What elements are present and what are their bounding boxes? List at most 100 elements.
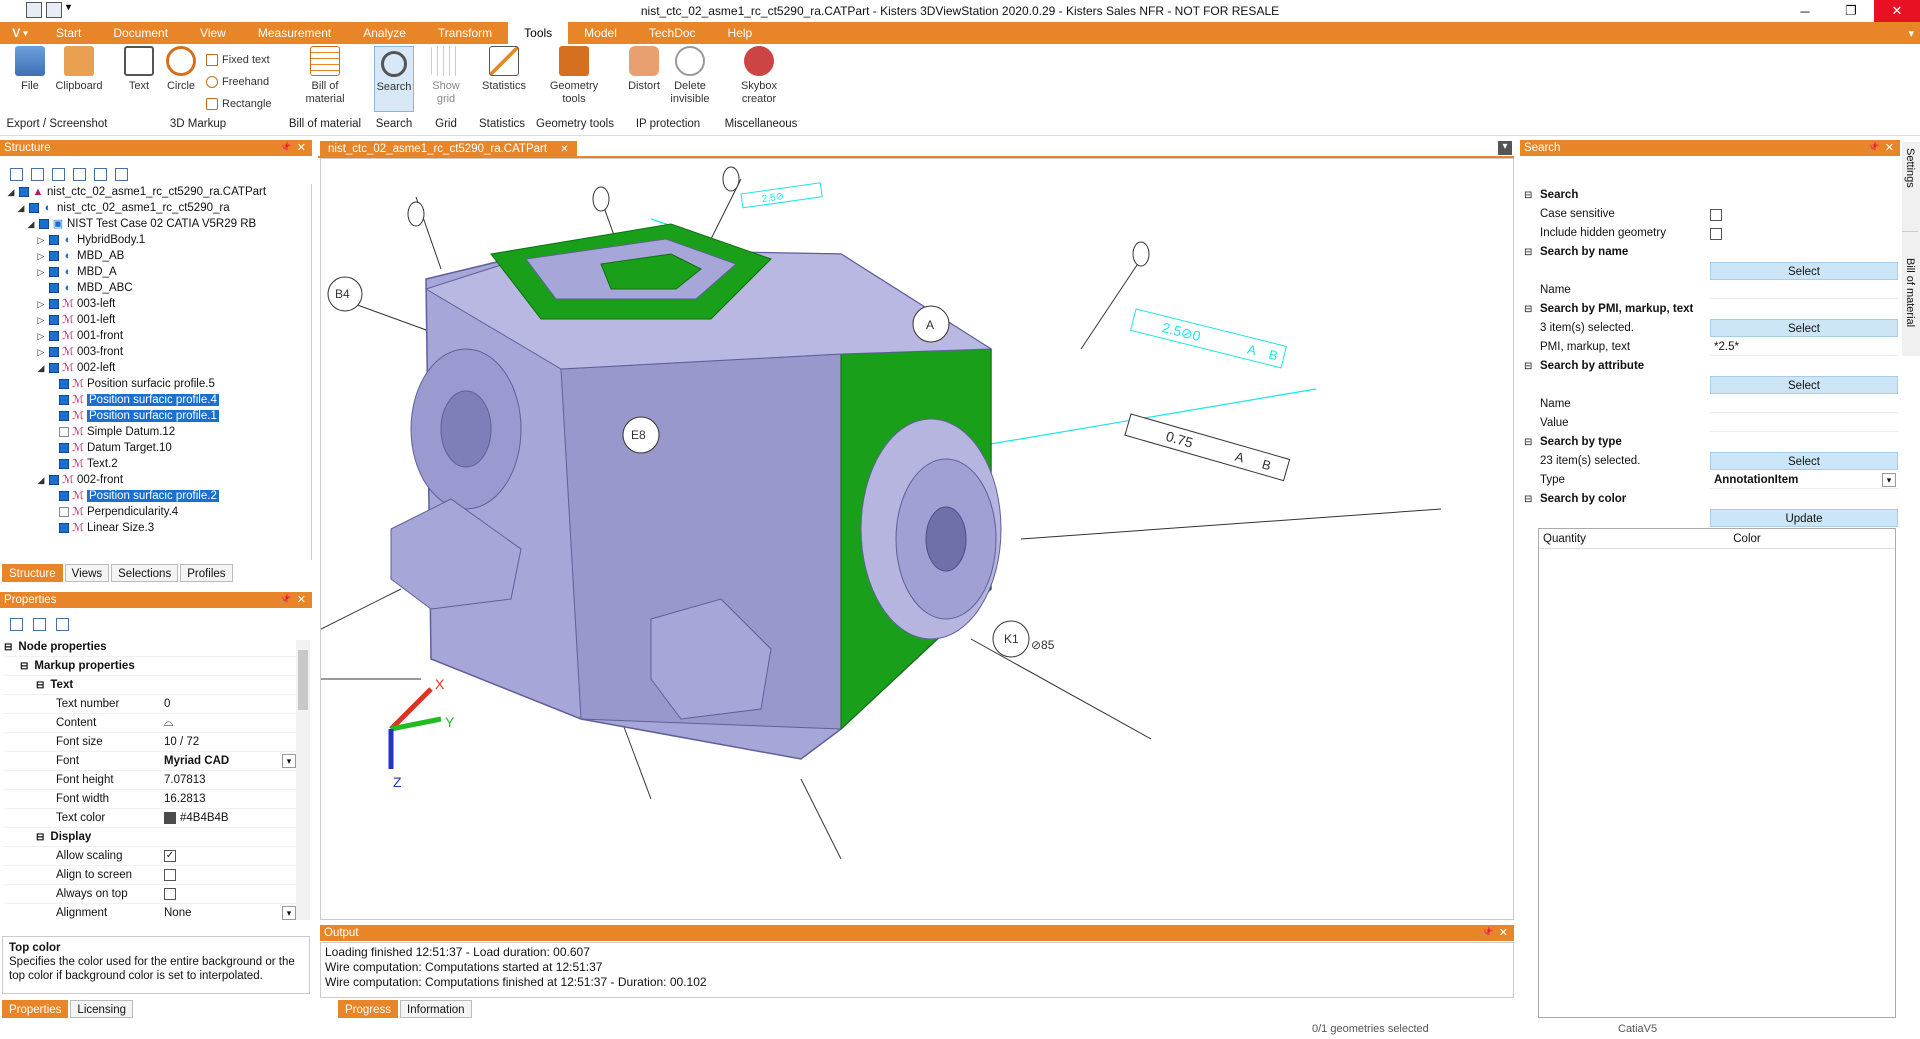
search-option-checkbox[interactable] [1710, 228, 1722, 240]
property-row[interactable]: Text number 0 [4, 695, 300, 714]
property-row[interactable]: ⊟ Display [4, 828, 300, 847]
fixed-text-button[interactable]: Fixed text [206, 54, 270, 66]
tree-options-icon[interactable] [115, 167, 128, 181]
properties-option-icon[interactable] [10, 618, 23, 631]
visibility-checkbox[interactable] [59, 490, 69, 501]
expand-toggle-icon[interactable]: ▷ [36, 328, 46, 344]
bill-of-material-button[interactable]: Bill of material [298, 46, 352, 106]
tree-node[interactable]: ◢ ◐ nist_ctc_02_asme1_rc_ct5290_ra [0, 200, 311, 216]
select-button[interactable]: Select [1710, 376, 1898, 394]
tab-close-icon[interactable]: ✕ [560, 144, 568, 155]
property-row[interactable]: Font Myriad CAD ▾ [4, 752, 300, 771]
property-checkbox[interactable] [164, 887, 176, 900]
expand-toggle-icon[interactable]: ▷ [36, 296, 46, 312]
tree-node[interactable]: ▷ ◐ MBD_A [0, 264, 311, 280]
properties-scrollbar[interactable] [296, 640, 310, 920]
visibility-checkbox[interactable] [59, 442, 69, 453]
collapse-icon[interactable] [73, 167, 86, 181]
expand-all-icon[interactable] [10, 167, 23, 181]
rectangle-button[interactable]: Rectangle [206, 98, 272, 110]
tree-node[interactable]: ◢ ℳ 002-left [0, 360, 311, 376]
settings-side-tab[interactable]: Settings [1902, 142, 1918, 232]
expand-toggle-icon[interactable]: ▷ [36, 312, 46, 328]
visibility-checkbox[interactable] [59, 378, 69, 389]
close-icon[interactable]: ✕ [1874, 0, 1920, 22]
expand-toggle-icon[interactable]: ▷ [36, 232, 46, 248]
visibility-checkbox[interactable] [49, 474, 59, 485]
property-row[interactable]: Font size 10 / 72 [4, 733, 300, 752]
tree-node[interactable]: ◢ ▲ nist_ctc_02_asme1_rc_ct5290_ra.CATPart [0, 184, 311, 200]
menu-tab-model[interactable]: Model [568, 22, 633, 44]
menu-tab-measurement[interactable]: Measurement [242, 22, 347, 44]
select-button[interactable]: Select [1710, 319, 1898, 337]
properties-tab-licensing[interactable]: Licensing [70, 1000, 134, 1018]
search-field-input[interactable]: *2.5* [1710, 338, 1898, 356]
tree-node[interactable]: ℳ Position surfacic profile.1 [0, 408, 311, 424]
search-field-input[interactable] [1710, 395, 1898, 413]
expand-toggle-icon[interactable]: ◢ [26, 216, 36, 232]
collapse-icon[interactable]: ⊟ [1524, 300, 1532, 319]
visibility-checkbox[interactable] [59, 506, 69, 517]
quantity-column-header[interactable]: Quantity [1539, 529, 1599, 548]
skybox-creator-button[interactable]: Skybox creator [736, 46, 782, 106]
visibility-checkbox[interactable] [59, 458, 69, 469]
visibility-checkbox[interactable] [19, 186, 29, 197]
expand-level-icon[interactable] [94, 167, 107, 181]
output-tab-information[interactable]: Information [400, 1000, 472, 1018]
tree-node[interactable]: ℳ Position surfacic profile.5 [0, 376, 311, 392]
model-render[interactable]: B4 E8 A K1 ⊘85 2.5⊘0 A B 0.75 A B 2.5⊘ X… [320, 159, 1515, 921]
color-column-header[interactable]: Color [1599, 529, 1895, 548]
property-row[interactable]: Allow scaling ✓ [4, 847, 300, 866]
visibility-checkbox[interactable] [59, 522, 69, 533]
document-tab[interactable]: nist_ctc_02_asme1_rc_ct5290_ra.CATPart ✕ [320, 141, 577, 158]
menu-tab-techdoc[interactable]: TechDoc [633, 22, 712, 44]
3d-viewport[interactable]: B4 E8 A K1 ⊘85 2.5⊘0 A B 0.75 A B 2.5⊘ X… [320, 158, 1514, 920]
search-field-input[interactable]: AnnotationItem [1710, 471, 1898, 489]
structure-tab-profiles[interactable]: Profiles [180, 564, 233, 582]
property-row[interactable]: ⊟ Text [4, 676, 300, 695]
visibility-checkbox[interactable] [49, 330, 59, 341]
expand-toggle-icon[interactable]: ◢ [16, 200, 26, 216]
expand-toggle-icon[interactable]: ◢ [6, 184, 16, 200]
collapse-icon[interactable]: ⊟ [36, 832, 44, 843]
tree-node[interactable]: ◐ MBD_ABC [0, 280, 311, 296]
menu-tab-document[interactable]: Document [97, 22, 184, 44]
tree-node[interactable]: ▷ ℳ 001-left [0, 312, 311, 328]
search-section-header[interactable]: ⊟ Search by type [1520, 433, 1900, 452]
tree-node[interactable]: ▷ ℳ 001-front [0, 328, 311, 344]
tree-node[interactable]: ℳ Position surfacic profile.4 [0, 392, 311, 408]
maximize-icon[interactable]: ❐ [1828, 0, 1874, 22]
update-button[interactable]: Update [1710, 509, 1898, 527]
structure-tab-selections[interactable]: Selections [111, 564, 179, 582]
visibility-checkbox[interactable] [39, 218, 49, 229]
property-row[interactable]: Alignment None ▾ [4, 904, 300, 920]
show-grid-button[interactable]: Show grid [424, 46, 468, 106]
select-button[interactable]: Select [1710, 262, 1898, 280]
tree-node[interactable]: ℳ Linear Size.3 [0, 520, 311, 536]
visibility-checkbox[interactable] [49, 234, 59, 245]
collapse-icon[interactable]: ⊟ [1524, 357, 1532, 376]
pin-icon[interactable]: 📌 [1868, 140, 1880, 156]
expand-toggle-icon[interactable]: ◢ [36, 360, 46, 376]
tree-node[interactable]: ℳ Simple Datum.12 [0, 424, 311, 440]
collapse-icon[interactable]: ⊟ [4, 642, 12, 653]
close-icon[interactable]: ✕ [297, 592, 306, 608]
clipboard-button[interactable]: Clipboard [52, 46, 106, 93]
search-section-header[interactable]: ⊟ Search by color [1520, 490, 1900, 509]
search-section-header[interactable]: ⊟ Search by name [1520, 243, 1900, 262]
collapse-icon[interactable]: ⊟ [20, 661, 28, 672]
delete-invisible-button[interactable]: Delete invisible [668, 46, 712, 106]
expand-toggle-icon[interactable]: ▷ [36, 248, 46, 264]
expand-toggle-icon[interactable]: ◢ [36, 472, 46, 488]
property-row[interactable]: Content ⌓ [4, 714, 300, 733]
tree-node[interactable]: ▷ ◐ MBD_AB [0, 248, 311, 264]
minimize-icon[interactable]: ─ [1782, 0, 1828, 22]
dropdown-arrow-icon[interactable]: ▾ [1882, 473, 1896, 487]
visibility-checkbox[interactable] [29, 202, 39, 213]
property-row[interactable]: Align to screen [4, 866, 300, 885]
menu-tab-view[interactable]: View [184, 22, 242, 44]
property-row[interactable]: ⊟ Markup properties [4, 657, 300, 676]
file-button[interactable]: File [10, 46, 50, 93]
visibility-checkbox[interactable] [49, 314, 59, 325]
search-field-input[interactable] [1710, 281, 1898, 299]
